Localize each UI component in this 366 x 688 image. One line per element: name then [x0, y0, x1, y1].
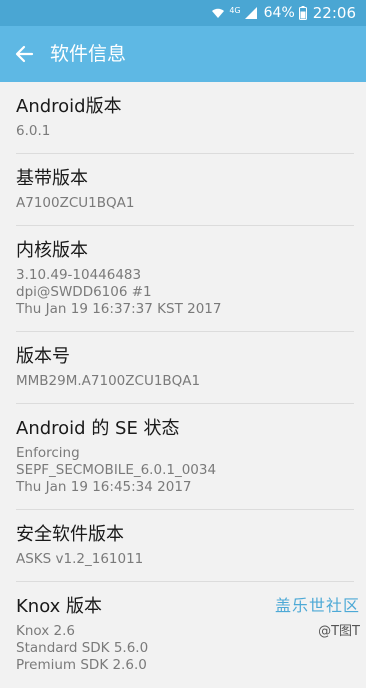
list-item-android-version[interactable]: Android版本 6.0.1: [0, 82, 366, 154]
item-value: Standard SDK 5.6.0: [16, 640, 149, 656]
wifi-icon: [211, 7, 225, 19]
page-title: 软件信息: [50, 43, 127, 65]
app-bar: 软件信息: [0, 26, 366, 82]
item-value: Thu Jan 19 16:37:37 KST 2017: [16, 301, 222, 317]
signal-icon: [244, 7, 258, 19]
status-icons: 4G 64% 22:06: [211, 4, 356, 22]
back-arrow-icon[interactable]: [12, 41, 38, 67]
item-value: ASKS v1.2_161011: [16, 551, 144, 567]
list-item-se-status[interactable]: Android 的 SE 状态 Enforcing SEPF_SECMOBILE…: [0, 404, 366, 510]
item-value: A7100ZCU1BQA1: [16, 195, 135, 211]
item-value: dpi@SWDD6106 #1: [16, 284, 152, 300]
item-value: SEPF_SECMOBILE_6.0.1_0034: [16, 462, 217, 478]
item-value: Thu Jan 19 16:45:34 2017: [16, 479, 192, 495]
item-label: Android 的 SE 状态: [16, 418, 180, 439]
item-value: 3.10.49-10446483: [16, 267, 142, 283]
item-label: 内核版本: [16, 240, 88, 261]
watermark-handle: @T图T: [318, 624, 360, 639]
list-item-kernel-version[interactable]: 内核版本 3.10.49-10446483 dpi@SWDD6106 #1 Th…: [0, 226, 366, 332]
item-value: 6.0.1: [16, 123, 51, 139]
watermark-brand: 盖乐世社区: [274, 596, 360, 615]
battery-icon: [298, 6, 307, 20]
item-label: 基带版本: [16, 168, 88, 189]
network-type: 4G: [229, 5, 241, 15]
clock: 22:06: [312, 4, 356, 22]
item-label: Android版本: [16, 96, 122, 117]
status-bar: 4G 64% 22:06: [0, 0, 366, 26]
list-item-baseband-version[interactable]: 基带版本 A7100ZCU1BQA1: [0, 154, 366, 226]
item-label: 版本号: [16, 346, 70, 367]
item-value: Enforcing: [16, 445, 80, 461]
list-item-build-number[interactable]: 版本号 MMB29M.A7100ZCU1BQA1: [0, 332, 366, 404]
list-item-security-software-version[interactable]: 安全软件版本 ASKS v1.2_161011: [0, 510, 366, 582]
watermark: 盖乐世社区 @T图T: [275, 596, 360, 642]
item-value: MMB29M.A7100ZCU1BQA1: [16, 373, 201, 389]
item-value: Premium SDK 2.6.0: [16, 657, 147, 673]
battery-percent: 64%: [263, 5, 295, 21]
item-label: 安全软件版本: [16, 524, 124, 545]
